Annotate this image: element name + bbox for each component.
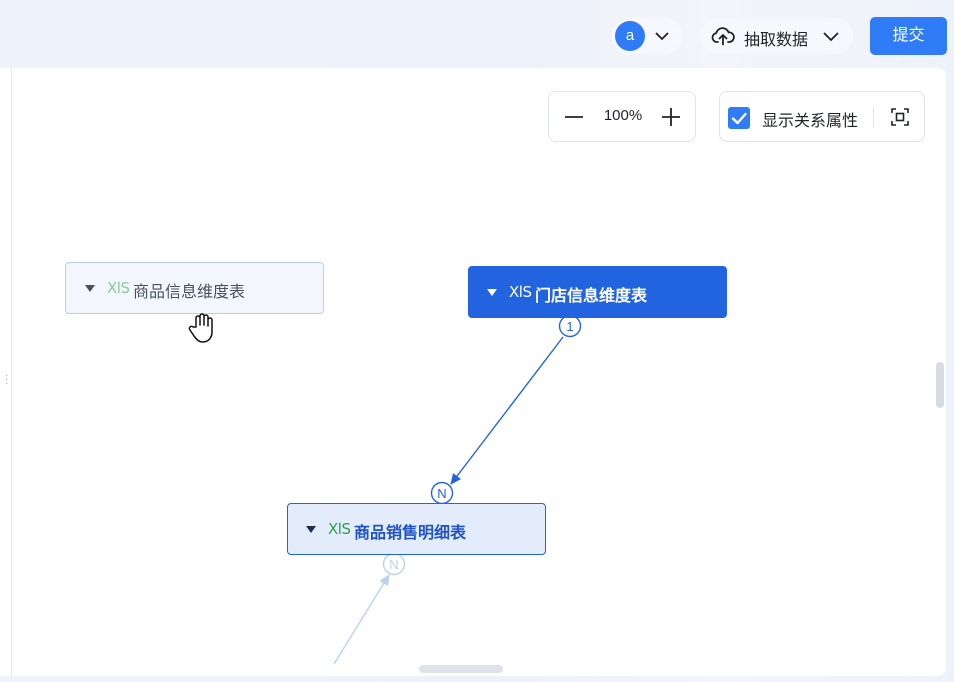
cardinality-one-text: 1 [566,319,573,334]
cloud-upload-icon [711,27,735,46]
show-relations-label[interactable]: 显示关系属性 [762,107,858,131]
hand-cursor-icon [188,313,213,343]
relation-options: 显示关系属性 [719,91,925,142]
relation-edge-incoming-sales[interactable] [333,574,390,665]
cardinality-many-text: N [437,486,446,501]
xls-icon: XlS [328,520,351,538]
zoom-level: 100% [603,107,643,124]
table-node-store-info[interactable]: XlS 门店信息维度表 [468,266,727,318]
cardinality-badge-one: 1 [558,314,582,338]
cardinality-badge-many: N [430,481,454,505]
table-node-name: 商品销售明细表 [354,525,467,542]
relation-edge-store-sales[interactable] [450,336,564,485]
fit-view-icon[interactable] [889,106,911,128]
table-node-sales-detail[interactable]: XlS 商品销售明细表 [287,503,546,555]
divider [873,107,874,127]
submit-button[interactable]: 提交 [870,17,947,55]
avatar[interactable]: a [615,21,645,51]
chevron-down-icon [823,32,839,42]
check-icon [731,112,747,125]
collapse-triangle-icon[interactable] [85,285,95,293]
xls-icon: XlS [107,279,130,297]
xls-icon: XlS [509,283,532,301]
table-node-product-info[interactable]: XlS 商品信息维度表 [65,262,324,314]
collapse-triangle-icon[interactable] [306,526,316,534]
table-node-name: 门店信息维度表 [535,288,648,305]
relation-canvas[interactable]: · · · 1 N N 100% 显示关系属性 XlS 商品信息维度表 XlS … [0,68,946,676]
vertical-scrollbar[interactable] [936,362,944,408]
collapse-triangle-icon[interactable] [487,289,497,297]
top-bar: a 抽取数据 提交 [0,0,954,68]
horizontal-scrollbar[interactable] [419,665,503,673]
cardinality-many-faded-text: N [389,557,398,572]
chevron-down-icon[interactable] [654,28,670,44]
zoom-in-icon[interactable] [660,106,682,128]
table-node-name: 商品信息维度表 [133,284,246,301]
relation-edges: 1 N N [333,314,582,665]
cardinality-badge-many-faded: N [382,552,406,576]
extract-data-button[interactable]: 抽取数据 [700,18,853,54]
zoom-control: 100% [548,91,696,142]
zoom-out-icon[interactable] [563,106,585,128]
show-relations-checkbox[interactable] [728,107,750,129]
extract-data-label: 抽取数据 [744,32,809,49]
user-menu[interactable]: a [612,18,682,54]
